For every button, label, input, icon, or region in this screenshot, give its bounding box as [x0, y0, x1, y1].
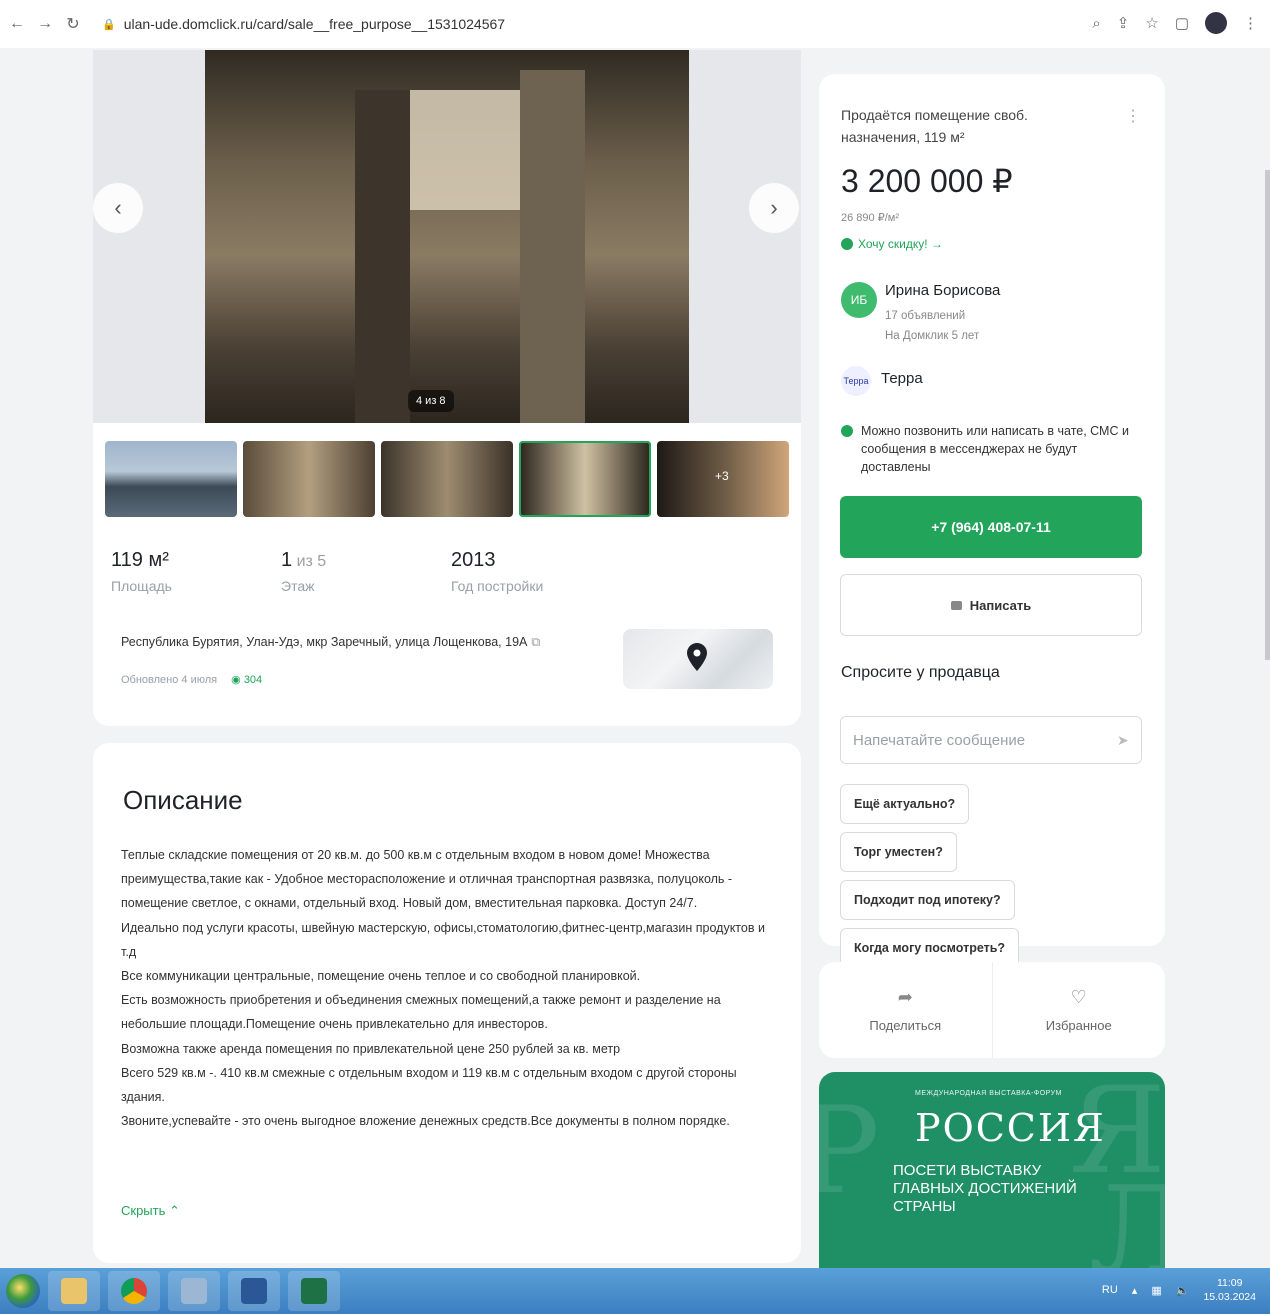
thumbnail[interactable]: +3 — [657, 441, 789, 517]
chrome-icon — [121, 1278, 147, 1304]
photo-gallery: ‹ › 4 из 8 — [93, 50, 801, 423]
send-icon[interactable]: ➤ — [1117, 732, 1129, 749]
message-input[interactable] — [840, 716, 1142, 764]
url-text: ulan-ude.domclick.ru/card/sale__free_pur… — [123, 16, 506, 32]
excel-app[interactable] — [288, 1271, 340, 1311]
agency-name[interactable]: Терра — [881, 370, 923, 387]
calculator-app[interactable] — [168, 1271, 220, 1311]
stat-year: 2013 Год постройки — [451, 549, 544, 594]
chrome-app[interactable] — [108, 1271, 160, 1311]
check-icon — [841, 238, 853, 250]
stat-floor: 1 из 5 Этаж — [281, 549, 327, 594]
address: Республика Бурятия, Улан-Удэ, мкр Заречн… — [121, 635, 541, 649]
thumbnail-strip: +3 — [105, 441, 789, 517]
eye-icon: ◉ — [231, 674, 241, 686]
copy-icon[interactable]: ⧉ — [531, 635, 540, 649]
stat-area: 119 м² Площадь — [111, 549, 172, 594]
folder-icon — [61, 1278, 87, 1304]
property-stats: 119 м² Площадь 1 из 5 Этаж 2013 Год пост… — [111, 549, 621, 594]
price-sidebar: Продаётся помещение своб. назначения, 11… — [819, 74, 1165, 968]
chip-still-relevant[interactable]: Ещё актуально? — [840, 784, 970, 824]
zoom-icon[interactable]: ⌕ — [1092, 15, 1100, 32]
share-arrow-icon: ➦ — [897, 987, 913, 1007]
kebab-menu-icon[interactable]: ⋮ — [1125, 106, 1141, 126]
hide-description-link[interactable]: Скрыть ⌃ — [121, 1203, 180, 1219]
chevron-left-icon[interactable]: ‹ — [93, 183, 143, 233]
banner-text: ПОСЕТИ ВЫСТАВКУ ГЛАВНЫХ ДОСТИЖЕНИЙ СТРАН… — [893, 1162, 1077, 1215]
write-button[interactable]: Написать — [840, 574, 1142, 636]
listing-title: Продаётся помещение своб. назначения, 11… — [841, 107, 1028, 145]
phone-button[interactable]: +7 (964) 408-07-11 — [840, 496, 1142, 558]
thumbnail-active[interactable] — [519, 441, 651, 517]
explorer-app[interactable] — [48, 1271, 100, 1311]
updated-date: Обновлено 4 июля — [121, 673, 218, 686]
back-icon[interactable]: ← — [6, 13, 28, 35]
word-icon — [241, 1278, 267, 1304]
clock[interactable]: 11:09 15.03.2024 — [1203, 1276, 1256, 1304]
map-pin-icon — [687, 643, 707, 671]
bookmark-star-icon[interactable]: ☆ — [1145, 14, 1158, 32]
menu-dots-icon[interactable]: ⋮ — [1243, 14, 1258, 32]
chevron-right-icon[interactable]: › — [749, 183, 799, 233]
chip-mortgage[interactable]: Подходит под ипотеку? — [840, 880, 1015, 920]
banner-caption: МЕЖДУНАРОДНАЯ ВЫСТАВКА-ФОРУМ — [915, 1090, 1062, 1097]
excel-icon — [301, 1278, 327, 1304]
page-scrollbar[interactable] — [1265, 170, 1270, 660]
agency-logo[interactable]: Терра — [841, 366, 871, 396]
tray-arrow-icon[interactable]: ▴ — [1132, 1284, 1138, 1297]
network-icon[interactable]: ▦ — [1151, 1284, 1161, 1297]
profile-avatar[interactable] — [1205, 12, 1227, 34]
thumbnail[interactable] — [105, 441, 237, 517]
address-bar[interactable]: 🔒 ulan-ude.domclick.ru/card/sale__free_p… — [102, 9, 662, 39]
quick-questions: Ещё актуально? Торг уместен? Подходит по… — [840, 784, 1150, 968]
forward-icon[interactable]: → — [34, 13, 56, 35]
chip-bargain[interactable]: Торг уместен? — [840, 832, 957, 872]
word-app[interactable] — [228, 1271, 280, 1311]
system-tray: RU ▴ ▦ 🔈 11:09 15.03.2024 — [1102, 1276, 1256, 1304]
thumbnail[interactable] — [381, 441, 513, 517]
description-card: Описание Теплые складские помещения от 2… — [93, 743, 801, 1263]
price-per-meter: 26 890 ₽/м² — [841, 212, 899, 224]
browser-actions: ⌕ ⇪ ☆ ▢ ⋮ — [1092, 12, 1258, 34]
check-icon — [841, 425, 853, 437]
chat-icon — [950, 600, 962, 610]
description-text: Теплые складские помещения от 20 кв.м. д… — [121, 848, 765, 1129]
more-photos-count: +3 — [715, 469, 729, 483]
share-button[interactable]: ➦ Поделиться — [819, 962, 992, 1058]
start-button[interactable] — [6, 1274, 40, 1308]
language-indicator[interactable]: RU — [1102, 1284, 1118, 1296]
thumbnail[interactable] — [243, 441, 375, 517]
favorite-button[interactable]: ♡ Избранное — [991, 962, 1166, 1058]
ask-seller-title: Спросите у продавца — [841, 664, 1000, 681]
windows-taskbar: RU ▴ ▦ 🔈 11:09 15.03.2024 — [0, 1268, 1270, 1314]
main-photo[interactable] — [205, 50, 689, 423]
sidepanel-icon[interactable]: ▢ — [1175, 14, 1189, 32]
seller-meta: 17 объявлений На Домклик 5 лет — [885, 310, 980, 342]
share-favorite-card: ➦ Поделиться ♡ Избранное — [819, 962, 1165, 1058]
contact-notice: Можно позвонить или написать в чате, СМС… — [841, 422, 1131, 476]
price: 3 200 000 ₽ — [841, 163, 1013, 199]
chevron-up-icon: ⌃ — [169, 1203, 180, 1218]
views-count: 304 — [243, 674, 263, 686]
volume-icon[interactable]: 🔈 — [1176, 1284, 1190, 1297]
calculator-icon — [181, 1278, 207, 1304]
seller-avatar[interactable]: ИБ — [841, 282, 877, 318]
listing-info-card: +3 119 м² Площадь 1 из 5 Этаж 2013 Год п… — [93, 423, 801, 726]
map-preview[interactable] — [623, 629, 773, 689]
discount-link[interactable]: Хочу скидку! → — [841, 237, 943, 251]
update-info: Обновлено 4 июля ◉ 304 — [121, 673, 263, 687]
banner-logo: РОССИЯ — [915, 1106, 1106, 1150]
description-title: Описание — [123, 785, 243, 815]
photo-counter: 4 из 8 — [408, 390, 454, 412]
lock-icon: 🔒 — [102, 18, 116, 31]
browser-toolbar: ← → ↻ 🔒 ulan-ude.domclick.ru/card/sale__… — [0, 0, 1270, 48]
seller-name[interactable]: Ирина Борисова — [885, 282, 1000, 299]
reload-icon[interactable]: ↻ — [62, 13, 84, 35]
ad-banner[interactable]: Р Я Л МЕЖДУНАРОДНАЯ ВЫСТАВКА-ФОРУМ РОССИ… — [819, 1072, 1165, 1268]
share-page-icon[interactable]: ⇪ — [1117, 14, 1130, 32]
heart-icon: ♡ — [1070, 987, 1087, 1007]
